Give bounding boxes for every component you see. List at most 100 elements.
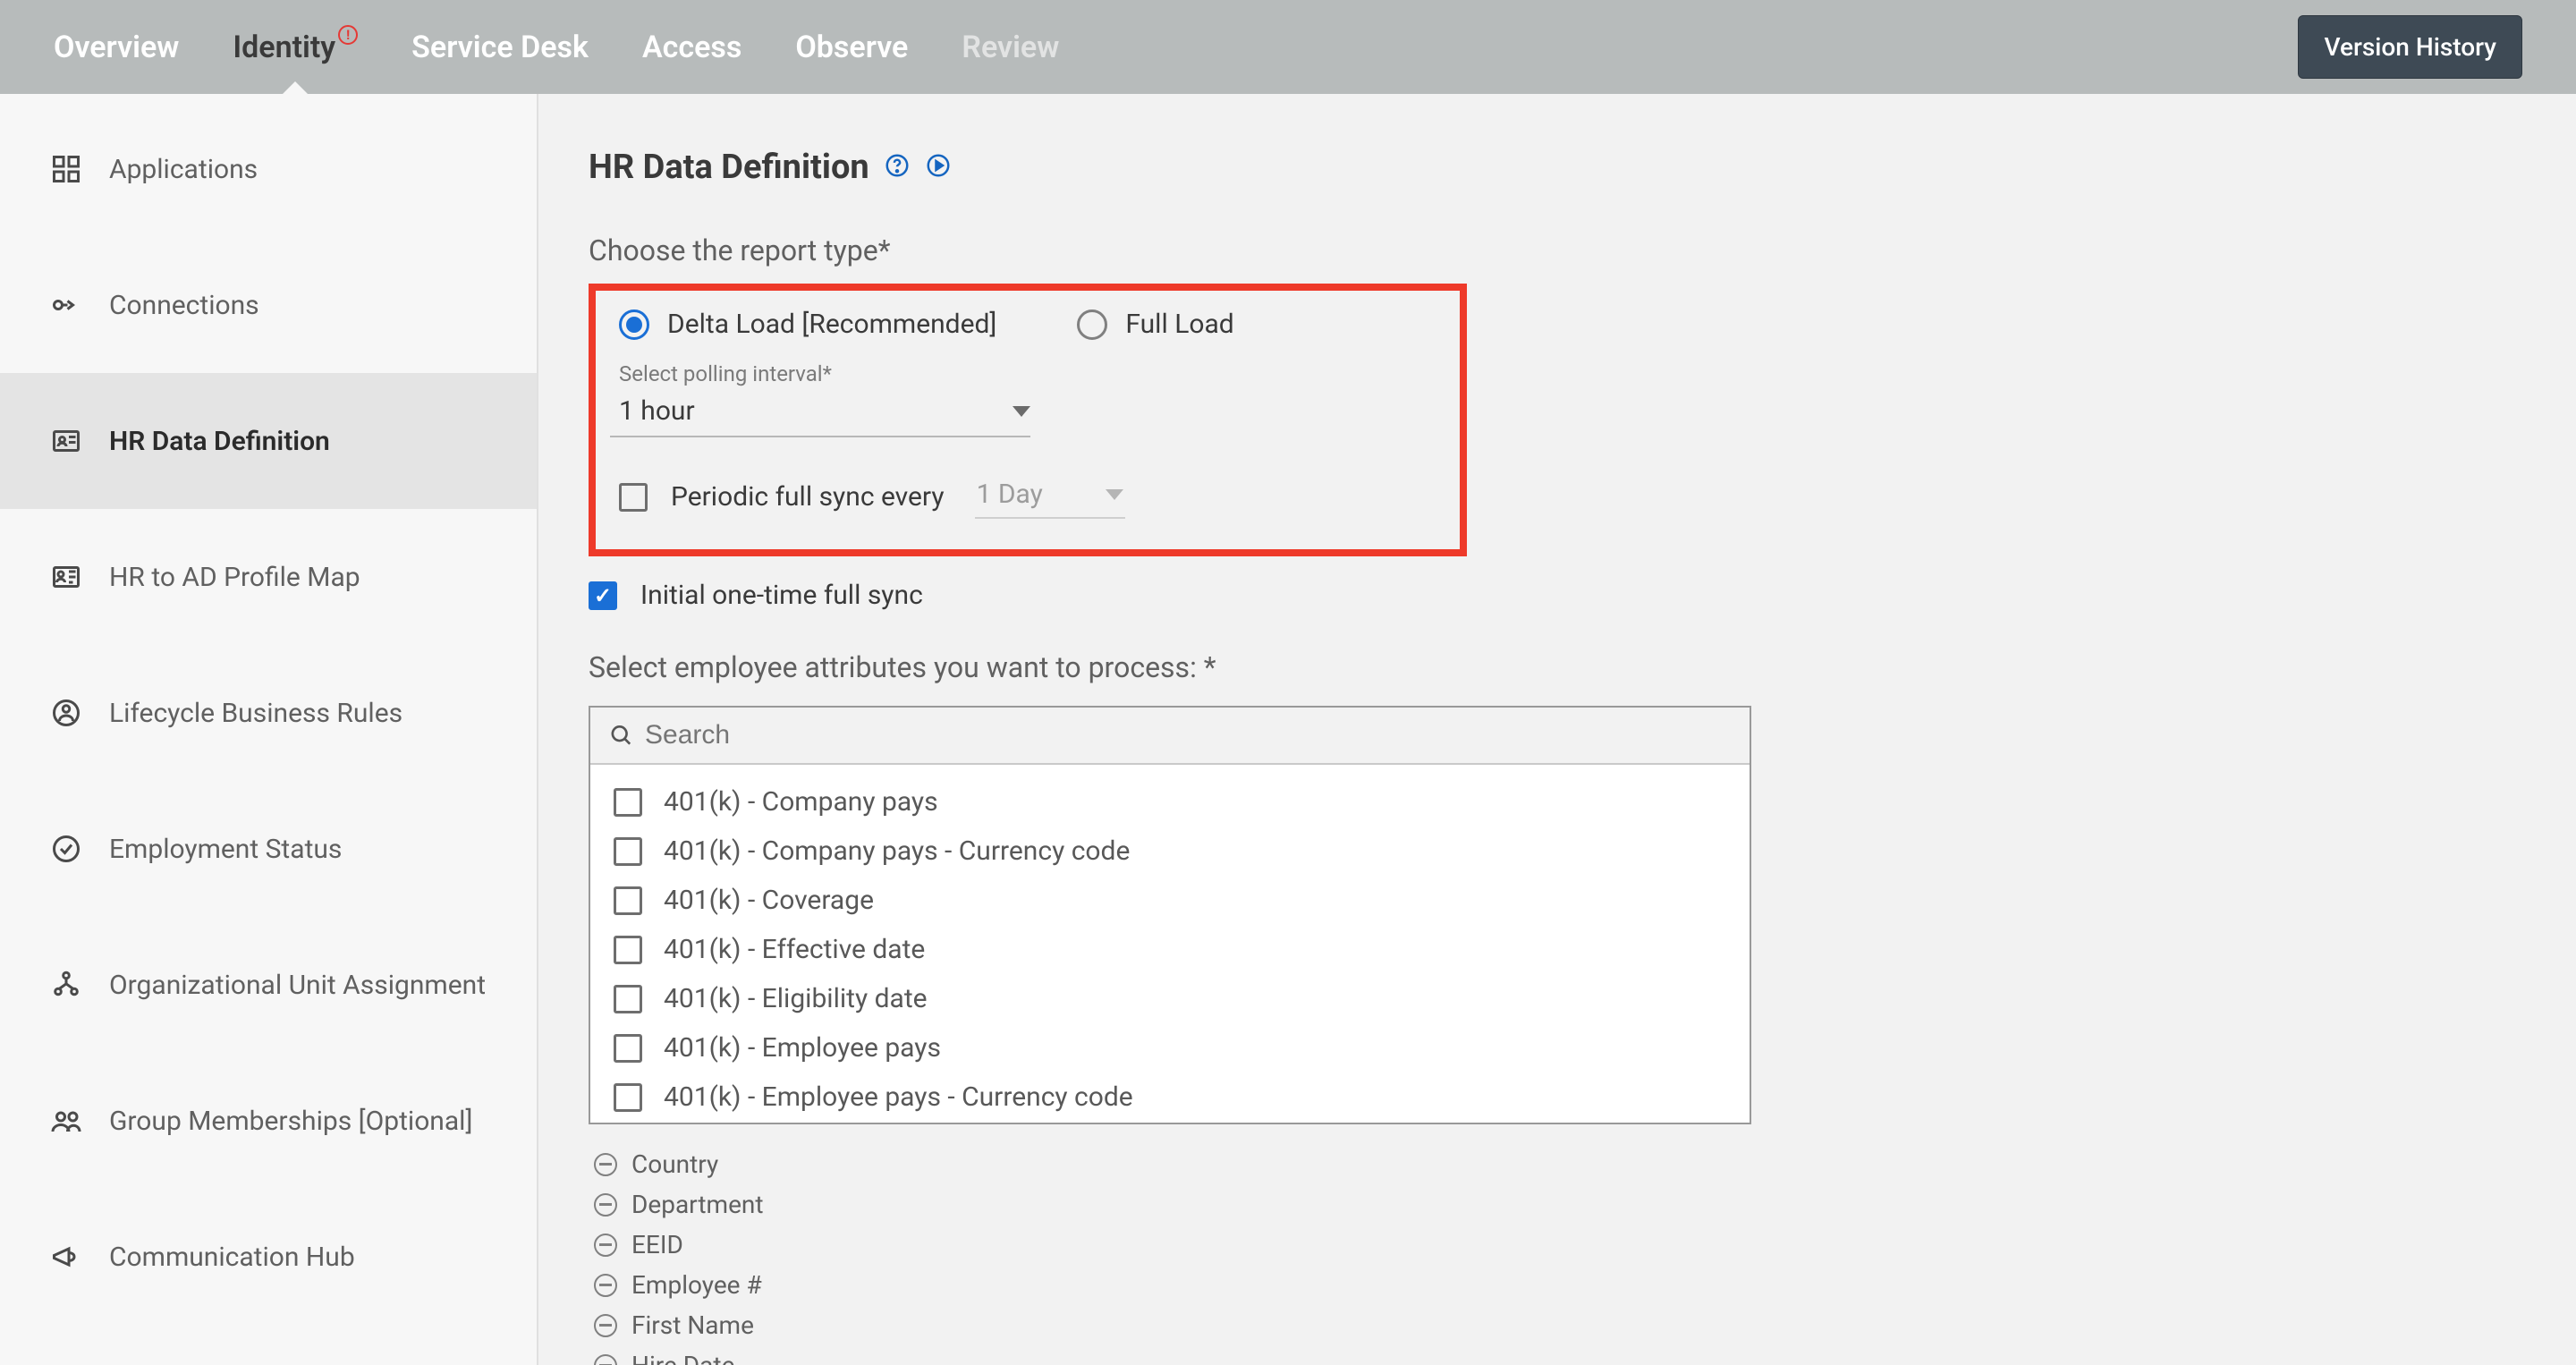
locked-icon <box>594 1314 617 1337</box>
attribute-row[interactable]: 401(k) - Company pays <box>614 777 1741 827</box>
sidebar-item-label: Connections <box>109 290 259 321</box>
radio-delta-load[interactable]: Delta Load [Recommended] <box>619 309 996 340</box>
sidebar-item-label: Organizational Unit Assignment <box>109 970 486 1001</box>
tab-access[interactable]: Access <box>642 0 741 94</box>
sidebar-item-connections[interactable]: Connections <box>0 237 537 373</box>
attribute-label: 401(k) - Company pays - Currency code <box>664 835 1130 867</box>
sidebar-item-label: Employment Status <box>109 834 342 865</box>
attribute-checkbox[interactable] <box>614 788 642 817</box>
tab-review[interactable]: Review <box>962 0 1059 94</box>
org-icon <box>48 967 84 1003</box>
attribute-label: 401(k) - Eligibility date <box>664 983 928 1014</box>
tab-service-desk[interactable]: Service Desk <box>411 0 589 94</box>
periodic-full-sync-checkbox[interactable] <box>619 483 648 512</box>
attribute-row[interactable]: 401(k) - Coverage <box>614 876 1741 925</box>
sidebar: Applications Connections HR Data Definit… <box>0 94 538 1365</box>
locked-attribute-label: Department <box>631 1190 764 1219</box>
sidebar-item-hr-data-definition[interactable]: HR Data Definition <box>0 373 537 509</box>
attributes-search-row <box>590 708 1750 765</box>
periodic-full-sync-label: Periodic full sync every <box>671 481 945 513</box>
polling-interval-value: 1 hour <box>619 395 695 427</box>
version-history-button[interactable]: Version History <box>2298 15 2522 79</box>
sidebar-item-employment-status[interactable]: Employment Status <box>0 781 537 917</box>
play-icon[interactable] <box>925 152 952 182</box>
top-nav: Overview Identity ! Service Desk Access … <box>0 0 2576 94</box>
connections-icon <box>48 287 84 323</box>
tab-overview[interactable]: Overview <box>54 0 179 94</box>
attribute-label: 401(k) - Effective date <box>664 934 925 965</box>
locked-attribute-label: Employee # <box>631 1270 762 1300</box>
initial-sync-checkbox[interactable] <box>589 581 617 610</box>
radio-label: Full Load <box>1125 309 1233 340</box>
locked-attribute: Department <box>594 1184 2526 1225</box>
report-type-label: Choose the report type* <box>589 233 2526 267</box>
locked-icon <box>594 1274 617 1297</box>
attribute-checkbox[interactable] <box>614 1034 642 1063</box>
locked-attribute-label: Country <box>631 1149 718 1179</box>
polling-interval-label: Select polling interval* <box>610 361 1429 386</box>
attribute-row[interactable]: 401(k) - Company pays - Currency code <box>614 827 1741 876</box>
attribute-row[interactable]: 401(k) - Eligibility date <box>614 974 1741 1023</box>
attribute-label: 401(k) - Company pays <box>664 786 938 818</box>
attribute-row[interactable]: 401(k) - Employee pays - Currency code <box>614 1072 1741 1122</box>
sidebar-item-communication-hub[interactable]: Communication Hub <box>0 1189 537 1325</box>
locked-attribute-label: Hire Date <box>631 1351 734 1365</box>
sidebar-item-label: HR Data Definition <box>109 426 330 457</box>
attribute-checkbox[interactable] <box>614 936 642 964</box>
groups-icon <box>48 1103 84 1139</box>
attribute-checkbox[interactable] <box>614 837 642 866</box>
sidebar-item-ou-assignment[interactable]: Organizational Unit Assignment <box>0 917 537 1053</box>
radio-unselected-icon <box>1077 309 1107 340</box>
highlight-box: Delta Load [Recommended] Full Load Selec… <box>589 284 1467 556</box>
status-icon <box>48 831 84 867</box>
periodic-interval-value: 1 Day <box>977 479 1043 510</box>
page-title: HR Data Definition <box>589 148 869 187</box>
tab-identity[interactable]: Identity ! <box>233 0 358 94</box>
radio-full-load[interactable]: Full Load <box>1077 309 1233 340</box>
attribute-checkbox[interactable] <box>614 886 642 915</box>
locked-icon <box>594 1354 617 1365</box>
lifecycle-icon <box>48 695 84 731</box>
attributes-section-label: Select employee attributes you want to p… <box>589 650 2526 684</box>
radio-selected-icon <box>619 309 649 340</box>
nav-tabs: Overview Identity ! Service Desk Access … <box>54 0 1059 94</box>
attribute-row[interactable]: 401(k) - Employee pays <box>614 1023 1741 1072</box>
map-icon <box>48 559 84 595</box>
chevron-down-icon <box>1106 489 1123 500</box>
attributes-search-input[interactable] <box>645 720 1732 750</box>
initial-sync-label: Initial one-time full sync <box>640 580 923 611</box>
attribute-row[interactable]: 401(k) - Effective date <box>614 925 1741 974</box>
locked-attribute-label: EEID <box>631 1230 683 1259</box>
sidebar-item-label: Group Memberships [Optional] <box>109 1106 472 1137</box>
attribute-checkbox[interactable] <box>614 985 642 1013</box>
locked-attributes-list: Country Department EEID Employee # First… <box>589 1144 2526 1365</box>
sidebar-item-label: Applications <box>109 154 258 185</box>
locked-attribute-label: First Name <box>631 1310 754 1340</box>
alert-icon: ! <box>338 25 358 45</box>
tab-observe[interactable]: Observe <box>795 0 908 94</box>
main-content: HR Data Definition Choose the report typ… <box>538 94 2576 1365</box>
attribute-label: 401(k) - Employee pays <box>664 1032 941 1064</box>
periodic-interval-select[interactable]: 1 Day <box>975 475 1125 519</box>
attributes-box: 401(k) - Company pays 401(k) - Company p… <box>589 706 1751 1124</box>
sidebar-item-hr-ad-map[interactable]: HR to AD Profile Map <box>0 509 537 645</box>
attributes-list[interactable]: 401(k) - Company pays 401(k) - Company p… <box>590 765 1750 1123</box>
locked-attribute: Employee # <box>594 1265 2526 1305</box>
sidebar-item-applications[interactable]: Applications <box>0 101 537 237</box>
sidebar-item-label: Lifecycle Business Rules <box>109 698 402 729</box>
search-icon <box>608 722 634 749</box>
attribute-checkbox[interactable] <box>614 1083 642 1112</box>
attribute-label: 401(k) - Employee pays - Currency code <box>664 1081 1133 1113</box>
apps-icon <box>48 151 84 187</box>
help-icon[interactable] <box>884 152 911 182</box>
locked-attribute: Hire Date <box>594 1345 2526 1365</box>
locked-attribute: EEID <box>594 1225 2526 1265</box>
attribute-label: 401(k) - Coverage <box>664 885 874 916</box>
locked-attribute: First Name <box>594 1305 2526 1345</box>
chevron-down-icon <box>1013 406 1030 417</box>
polling-interval-select[interactable]: 1 hour <box>610 390 1030 437</box>
radio-label: Delta Load [Recommended] <box>667 309 996 340</box>
sidebar-item-lifecycle[interactable]: Lifecycle Business Rules <box>0 645 537 781</box>
locked-icon <box>594 1234 617 1257</box>
sidebar-item-group-memberships[interactable]: Group Memberships [Optional] <box>0 1053 537 1189</box>
